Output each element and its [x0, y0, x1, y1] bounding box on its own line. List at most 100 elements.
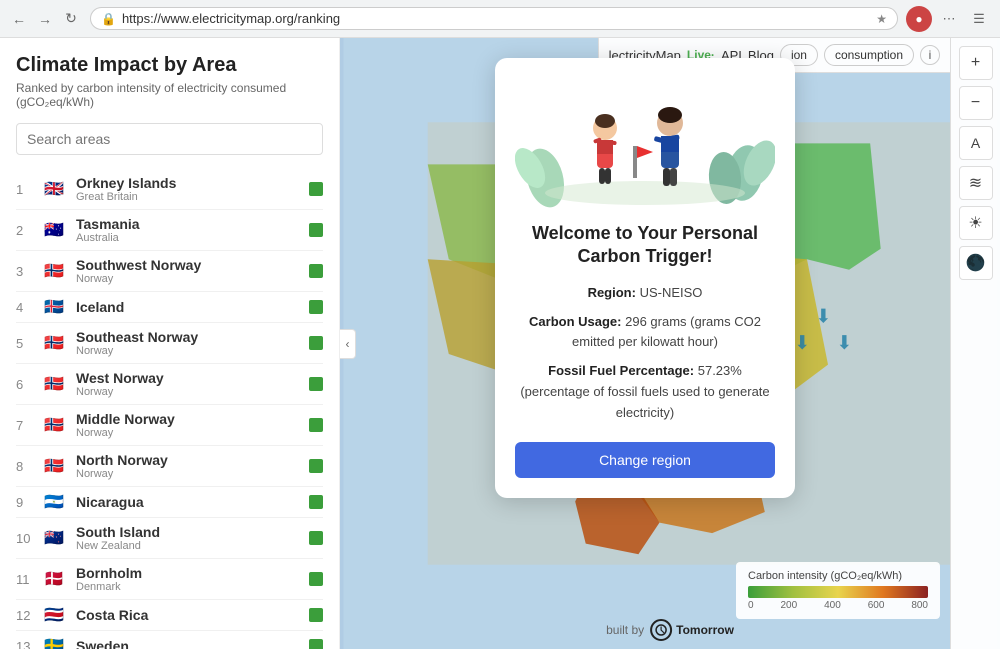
list-item[interactable]: 10 🇳🇿 South Island New Zealand — [16, 518, 323, 559]
svg-text:⬇: ⬇ — [815, 306, 831, 327]
search-input[interactable] — [16, 123, 323, 155]
area-name: Iceland — [76, 299, 309, 315]
list-item[interactable]: 5 🇳🇴 Southeast Norway Norway — [16, 323, 323, 364]
list-item[interactable]: 3 🇳🇴 Southwest Norway Norway — [16, 251, 323, 292]
area-name: West Norway — [76, 370, 309, 386]
intensity-indicator — [309, 418, 323, 432]
built-by: built by Tomorrow — [606, 619, 734, 641]
area-name: Tasmania — [76, 216, 309, 232]
country-flag: 🇳🇿 — [40, 529, 68, 547]
tick-0: 0 — [748, 600, 754, 611]
area-country: Great Britain — [76, 191, 309, 203]
area-name: North Norway — [76, 452, 309, 468]
list-item[interactable]: 1 🇬🇧 Orkney Islands Great Britain — [16, 169, 323, 210]
svg-text:⬇: ⬇ — [794, 333, 810, 354]
forward-button[interactable]: → — [34, 8, 56, 30]
list-item[interactable]: 7 🇳🇴 Middle Norway Norway — [16, 405, 323, 446]
list-item[interactable]: 4 🇮🇸 Iceland — [16, 292, 323, 323]
tomorrow-logo: Tomorrow — [650, 619, 734, 641]
change-region-button[interactable]: Change region — [515, 442, 775, 478]
area-info: Orkney Islands Great Britain — [76, 175, 309, 203]
area-name: Southeast Norway — [76, 329, 309, 345]
region-value: US-NEISO — [640, 285, 703, 300]
intensity-indicator — [309, 223, 323, 237]
carbon-label: Carbon Usage: — [529, 314, 621, 329]
area-name: Orkney Islands — [76, 175, 309, 191]
area-country: Norway — [76, 386, 309, 398]
zoom-in-button[interactable]: + — [959, 46, 993, 80]
area-info: Nicaragua — [76, 494, 309, 510]
tomorrow-brand: Tomorrow — [676, 623, 734, 637]
tick-400: 400 — [824, 600, 841, 611]
list-item[interactable]: 6 🇳🇴 West Norway Norway — [16, 364, 323, 405]
intensity-indicator — [309, 572, 323, 586]
consumption-pill[interactable]: consumption — [824, 44, 914, 66]
sidebar-title: Climate Impact by Area — [16, 54, 323, 77]
back-button[interactable]: ← — [8, 8, 30, 30]
area-name: Sweden — [76, 638, 309, 649]
intensity-indicator — [309, 459, 323, 473]
app-container: Climate Impact by Area Ranked by carbon … — [0, 38, 1000, 649]
intensity-indicator — [309, 495, 323, 509]
map-area[interactable]: lectricityMap Live· API Blog ion consump… — [340, 38, 1000, 649]
country-flag: 🇨🇷 — [40, 606, 68, 624]
tick-600: 600 — [868, 600, 885, 611]
country-flag: 🇳🇴 — [40, 416, 68, 434]
rank-number: 10 — [16, 531, 40, 546]
moon-button[interactable]: 🌑 — [959, 246, 993, 280]
area-name: Nicaragua — [76, 494, 309, 510]
rank-number: 2 — [16, 223, 40, 238]
browser-actions: ● ⋯ ☰ — [906, 6, 992, 32]
country-flag: 🇳🇮 — [40, 493, 68, 511]
right-panel: + − A ≋ ☀ 🌑 — [950, 38, 1000, 649]
country-flag: 🇩🇰 — [40, 570, 68, 588]
sun-button[interactable]: ☀ — [959, 206, 993, 240]
area-name: Bornholm — [76, 565, 309, 581]
translate-button[interactable]: A — [959, 126, 993, 160]
rank-number: 3 — [16, 264, 40, 279]
intensity-indicator — [309, 300, 323, 314]
list-item[interactable]: 11 🇩🇰 Bornholm Denmark — [16, 559, 323, 600]
extensions-btn[interactable]: ⋯ — [936, 6, 962, 32]
area-country: New Zealand — [76, 540, 309, 552]
area-name: Southwest Norway — [76, 257, 309, 273]
url-text: https://www.electricitymap.org/ranking — [122, 11, 870, 26]
rank-number: 13 — [16, 639, 40, 649]
modal-title: Welcome to Your Personal Carbon Trigger! — [515, 222, 775, 269]
list-item[interactable]: 8 🇳🇴 North Norway Norway — [16, 446, 323, 487]
list-item[interactable]: 2 🇦🇺 Tasmania Australia — [16, 210, 323, 251]
fossil-desc: (percentage of fossil fuels used to gene… — [520, 384, 769, 420]
refresh-button[interactable]: ↻ — [60, 8, 82, 30]
country-flag: 🇳🇴 — [40, 375, 68, 393]
area-info: Southwest Norway Norway — [76, 257, 309, 285]
list-item[interactable]: 9 🇳🇮 Nicaragua — [16, 487, 323, 518]
zoom-out-button[interactable]: − — [959, 86, 993, 120]
info-icon[interactable]: i — [920, 45, 940, 65]
fossil-label: Fossil Fuel Percentage: — [548, 363, 694, 378]
address-bar[interactable]: 🔒 https://www.electricitymap.org/ranking… — [90, 7, 898, 30]
wind-button[interactable]: ≋ — [959, 166, 993, 200]
intensity-indicator — [309, 377, 323, 391]
area-info: South Island New Zealand — [76, 524, 309, 552]
modal-fossil: Fossil Fuel Percentage: 57.23% (percenta… — [515, 361, 775, 423]
country-flag: 🇳🇴 — [40, 334, 68, 352]
rank-number: 9 — [16, 495, 40, 510]
legend-ticks: 0 200 400 600 800 — [748, 600, 928, 611]
collapse-arrow[interactable]: ‹ — [340, 329, 356, 359]
list-item[interactable]: 13 🇸🇪 Sweden — [16, 631, 323, 649]
area-country: Denmark — [76, 581, 309, 593]
country-flag: 🇳🇴 — [40, 457, 68, 475]
sidebar-subtitle: Ranked by carbon intensity of electricit… — [16, 81, 323, 109]
area-info: Bornholm Denmark — [76, 565, 309, 593]
modal-carbon: Carbon Usage: 296 grams (grams CO2 emitt… — [515, 312, 775, 354]
menu-btn[interactable]: ☰ — [966, 6, 992, 32]
area-country: Norway — [76, 468, 309, 480]
rank-number: 12 — [16, 608, 40, 623]
ranking-list: 1 🇬🇧 Orkney Islands Great Britain 2 🇦🇺 T… — [16, 169, 323, 649]
profile-icon[interactable]: ● — [906, 6, 932, 32]
area-country: Norway — [76, 427, 309, 439]
country-flag: 🇮🇸 — [40, 298, 68, 316]
tick-800: 800 — [911, 600, 928, 611]
intensity-indicator — [309, 639, 323, 649]
list-item[interactable]: 12 🇨🇷 Costa Rica — [16, 600, 323, 631]
